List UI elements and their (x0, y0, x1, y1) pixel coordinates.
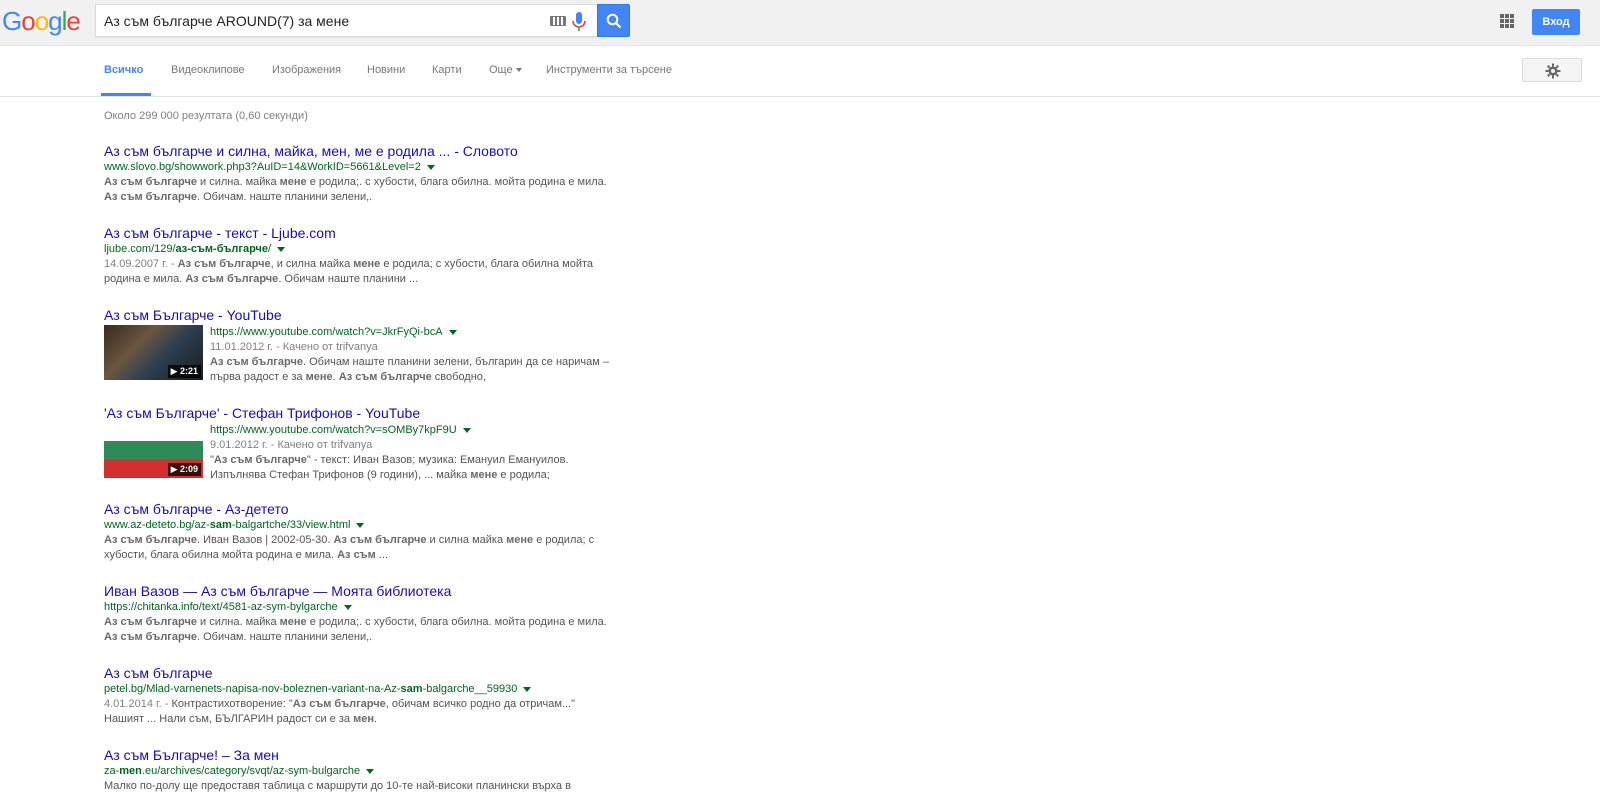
result-title-link[interactable]: Аз съм Българче - YouTube (104, 306, 624, 324)
search-box (95, 4, 598, 37)
snippet-line: първа радост е за мене. Аз съм българче … (210, 371, 486, 383)
search-result: Аз съм българче - Аз-детето www.az-detet… (104, 500, 624, 563)
caret-down-icon[interactable] (462, 427, 471, 433)
result-url-text: ljube.com/129/аз-съм-българче/ (104, 243, 272, 255)
result-meta: 9.01.2012 г. - Качено от trifvanya (210, 439, 373, 451)
tab-all[interactable]: Всичко (104, 64, 143, 76)
chevron-down-icon (515, 68, 522, 73)
result-url: www.az-deteto.bg/az-sam-balgartche/33/vi… (104, 518, 624, 533)
result-url: https://www.youtube.com/watch?v=sOMBy7kp… (210, 423, 624, 438)
tab-videos[interactable]: Видеоклипове (171, 64, 245, 76)
result-snippet: Аз съм българче и силна. майка мене е ро… (104, 175, 624, 205)
google-logo[interactable]: Google (2, 6, 81, 37)
keyboard-icon[interactable] (550, 16, 566, 26)
snippet-line: 14.09.2007 г. - Аз съм българче, и силна… (104, 258, 594, 270)
snippet-line: хубости, блага обилна мойта родина е мил… (104, 549, 388, 561)
video-thumbnail[interactable]: ▶ 2:21 (104, 325, 203, 380)
result-url: ljube.com/129/аз-съм-българче/ (104, 242, 624, 257)
caret-down-icon[interactable] (277, 246, 286, 252)
caret-down-icon[interactable] (343, 604, 352, 610)
active-tab-indicator (101, 93, 151, 96)
result-title-link[interactable]: Аз съм българче и силна, майка, мен, ме … (104, 142, 624, 160)
snippet-line: Аз съм българче и силна. майка мене е ро… (104, 176, 607, 188)
video-result: 'Аз съм Българче' - Стефан Трифонов - Yo… (104, 404, 624, 483)
search-result: Аз съм българче - текст - Ljube.com ljub… (104, 224, 624, 287)
result-url: https://www.youtube.com/watch?v=JkrFyQi-… (210, 325, 624, 340)
search-tabs: Всичко Видеоклипове Изображения Новини К… (0, 46, 1600, 97)
result-url-text: petel.bg/Mlad-varnenets-napisa-nov-bolez… (104, 683, 518, 695)
tab-search-tools[interactable]: Инструменти за търсене (546, 64, 672, 76)
tab-maps[interactable]: Карти (432, 64, 462, 76)
search-button[interactable] (597, 4, 630, 37)
video-result: Аз съм Българче - YouTube ▶ 2:21 https:/… (104, 306, 624, 385)
tab-news[interactable]: Новини (367, 64, 405, 76)
caret-down-icon[interactable] (448, 329, 457, 335)
signin-button[interactable]: Вход (1532, 9, 1580, 35)
settings-button[interactable] (1522, 58, 1582, 82)
result-url: petel.bg/Mlad-varnenets-napisa-nov-bolez… (104, 682, 624, 697)
result-url-text: www.slovo.bg/showwork.php3?AuID=14&WorkI… (104, 161, 421, 173)
caret-down-icon[interactable] (356, 522, 365, 528)
tab-more[interactable]: Още (489, 64, 522, 76)
video-duration: ▶ 2:09 (167, 463, 201, 476)
result-title-link[interactable]: Аз съм българче - текст - Ljube.com (104, 224, 624, 242)
snippet-line: Аз съм българче. Иван Вазов | 2002-05-30… (104, 534, 595, 546)
result-snippet: Малко по-долу ще предоставя таблица с ма… (104, 779, 624, 794)
result-meta: 11.01.2012 г. - Качено от trifvanya (210, 341, 378, 353)
result-title-link[interactable]: Аз съм Българче! – За мен (104, 746, 624, 764)
tab-images[interactable]: Изображения (272, 64, 341, 76)
snippet-line: Аз съм българче. Обичам. наште планини з… (104, 631, 373, 643)
snippet-line: Аз съм българче и силна. майка мене е ро… (104, 616, 607, 628)
search-input[interactable] (104, 9, 534, 33)
result-snippet: 14.09.2007 г. - Аз съм българче, и силна… (104, 257, 624, 287)
caret-down-icon[interactable] (366, 768, 375, 774)
video-duration: ▶ 2:21 (167, 365, 201, 378)
result-snippet: "Аз съм българче" - текст: Иван Вазов; м… (210, 453, 624, 483)
snippet-line: Аз съм българче. Обичам наште планини зе… (210, 356, 609, 368)
snippet-line: 4.01.2014 г. - Контрастихотворение: "Аз … (104, 698, 576, 710)
search-result: Иван Вазов — Аз съм българче — Моята биб… (104, 582, 624, 645)
result-url-text: https://www.youtube.com/watch?v=sOMBy7kp… (210, 424, 457, 436)
search-result: Аз съм българче и силна, майка, мен, ме … (104, 142, 624, 205)
snippet-line: Аз съм българче. Обичам. наште планини з… (104, 191, 373, 203)
result-title-link[interactable]: Аз съм българче (104, 664, 624, 682)
caret-down-icon[interactable] (426, 164, 435, 170)
result-title-link[interactable]: Иван Вазов — Аз съм българче — Моята биб… (104, 582, 624, 600)
result-url: za-men.eu/archives/category/svqt/az-sym-… (104, 764, 624, 779)
result-url-text: www.az-deteto.bg/az-sam-balgartche/33/vi… (104, 519, 351, 531)
result-stats: Около 299 000 резултата (0,60 секунди) (104, 110, 308, 122)
result-title-link[interactable]: 'Аз съм Българче' - Стефан Трифонов - Yo… (104, 404, 624, 422)
snippet-line: Малко по-долу ще предоставя таблица с ма… (104, 780, 571, 792)
top-bar: Google Вход (0, 0, 1600, 46)
result-url: www.slovo.bg/showwork.php3?AuID=14&WorkI… (104, 160, 624, 175)
result-snippet: 4.01.2014 г. - Контрастихотворение: "Аз … (104, 697, 624, 727)
result-snippet: Аз съм българче и силна. майка мене е ро… (104, 615, 624, 645)
search-icon (606, 13, 622, 29)
result-snippet: Аз съм българче. Обичам наште планини зе… (210, 355, 624, 385)
snippet-line: Изпълнява Стефан Трифонов (9 години), ..… (210, 469, 550, 481)
search-result: Аз съм Българче! – За мен za-men.eu/arch… (104, 746, 624, 794)
caret-down-icon[interactable] (523, 686, 532, 692)
apps-grid-icon[interactable] (1500, 14, 1514, 28)
snippet-line: "Аз съм българче" - текст: Иван Вазов; м… (210, 454, 569, 466)
result-url-text: za-men.eu/archives/category/svqt/az-sym-… (104, 765, 361, 777)
video-thumbnail[interactable]: ▶ 2:09 (104, 423, 203, 478)
result-title-link[interactable]: Аз съм българче - Аз-детето (104, 500, 624, 518)
result-url: https://chitanka.info/text/4581-az-sym-b… (104, 600, 624, 615)
snippet-line: родина е мила. Аз съм българче. Обичам н… (104, 273, 419, 285)
search-result: Аз съм българче petel.bg/Mlad-varnenets-… (104, 664, 624, 727)
result-url-text: https://www.youtube.com/watch?v=JkrFyQi-… (210, 326, 443, 338)
tab-more-label: Още (489, 64, 513, 76)
result-url-text: https://chitanka.info/text/4581-az-sym-b… (104, 601, 338, 613)
snippet-line: Нашият ... Нали съм, БЪЛГАРИН радост си … (104, 713, 378, 725)
gear-icon (1545, 63, 1561, 79)
result-snippet: Аз съм българче. Иван Вазов | 2002-05-30… (104, 533, 624, 563)
microphone-icon[interactable] (570, 11, 588, 33)
